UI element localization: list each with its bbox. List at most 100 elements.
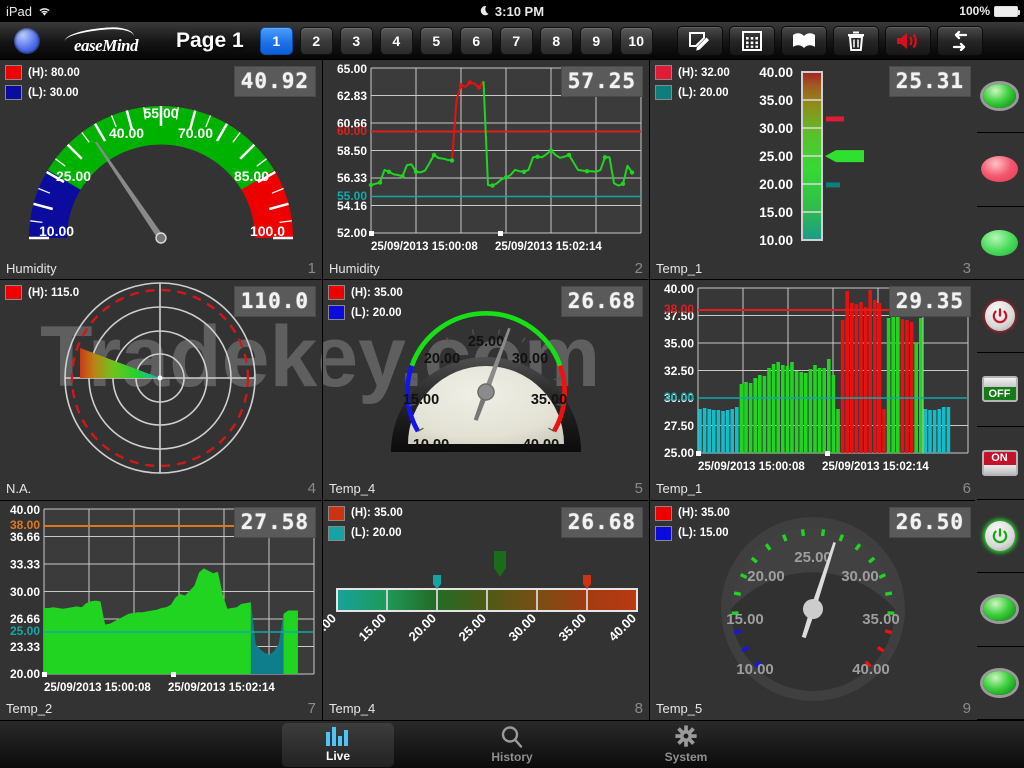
- power-red-icon: [984, 301, 1015, 332]
- trash-icon: [847, 31, 864, 51]
- svg-text:56.33: 56.33: [337, 171, 367, 185]
- svg-text:85.00: 85.00: [234, 168, 269, 184]
- rail-item-4[interactable]: [975, 279, 1024, 354]
- panel-6[interactable]: Tradekey.com 29.35 40.0037.5035.00 32.50…: [650, 280, 977, 500]
- toolbar: [676, 25, 983, 56]
- svg-text:20.00: 20.00: [759, 177, 793, 192]
- switch-on-toggle[interactable]: ON: [981, 449, 1018, 476]
- refresh-button[interactable]: [936, 25, 983, 56]
- svg-text:15.00: 15.00: [726, 611, 764, 628]
- legend-swatch-high: [5, 65, 22, 80]
- clock-label: 3:10 PM: [494, 3, 545, 19]
- panel-4-title: N.A.: [6, 481, 32, 497]
- svg-text:35.00: 35.00: [759, 93, 793, 108]
- panel-8-value: 26.68: [560, 506, 643, 538]
- panel-1-index: 1: [307, 259, 316, 277]
- rail-item-9[interactable]: [975, 646, 1024, 720]
- svg-text:70.00: 70.00: [178, 125, 213, 141]
- svg-text:10.00: 10.00: [39, 223, 74, 239]
- svg-text:10.00: 10.00: [759, 233, 793, 248]
- book-button[interactable]: [780, 25, 827, 56]
- panel-3[interactable]: (H): 32.00 (L): 20.00 25.31 40.00 35.00 …: [650, 60, 977, 280]
- rail-item-6[interactable]: ON: [975, 426, 1024, 500]
- svg-text:10.00: 10.00: [323, 610, 339, 644]
- svg-text:52.00: 52.00: [337, 226, 367, 240]
- indicator-green-flat-icon: [981, 229, 1018, 256]
- svg-text:20.00: 20.00: [424, 351, 460, 367]
- rail-item-8[interactable]: [975, 573, 1024, 647]
- edit-icon: [688, 31, 709, 51]
- panel-8-title: Temp_4: [329, 701, 376, 717]
- rail-item-1[interactable]: [975, 60, 1024, 134]
- panel-4[interactable]: Tradekey.com (H): 115.0 110.0: [0, 280, 322, 500]
- panel-5-legend: (H): 35.00 (L): 20.00: [328, 285, 403, 325]
- rail-item-3[interactable]: [975, 206, 1024, 280]
- svg-text:32.50: 32.50: [664, 364, 694, 378]
- rail-item-7[interactable]: [975, 499, 1024, 574]
- page-button-9[interactable]: 9: [579, 26, 613, 55]
- bars-icon: [326, 727, 348, 746]
- panel-7[interactable]: 27.58 40.00 36.66 33.33 30.00 26.66 23.33 2: [0, 500, 322, 720]
- page-button-7[interactable]: 7: [499, 26, 533, 55]
- panel-8[interactable]: (H): 35.00 (L): 20.00 26.68 10.00 15.00 …: [323, 500, 649, 720]
- svg-text:35.00: 35.00: [556, 610, 590, 644]
- page-button-3[interactable]: 3: [339, 26, 373, 55]
- switch-off-toggle[interactable]: OFF: [981, 376, 1018, 403]
- indicator-green-icon: [983, 597, 1016, 622]
- legend-swatch-high: [328, 285, 345, 301]
- svg-text:40.00: 40.00: [109, 125, 144, 141]
- page-button-4[interactable]: 4: [379, 26, 413, 55]
- page-button-10[interactable]: 10: [619, 26, 653, 55]
- svg-text:60.00: 60.00: [337, 124, 367, 138]
- indicator-red-icon: [981, 156, 1018, 183]
- svg-text:55.00: 55.00: [337, 189, 367, 203]
- page-button-5[interactable]: 5: [419, 26, 453, 55]
- svg-text:25/09/2013 15:00:08: 25/09/2013 15:00:08: [371, 241, 478, 253]
- svg-text:20.00: 20.00: [406, 610, 440, 644]
- search-icon: [501, 726, 523, 748]
- panel-1-legend: (H): 80.00 (L): 30.00: [5, 65, 80, 105]
- panel-7-title: Temp_2: [6, 701, 53, 717]
- legend-label-low: (L): 15.00: [678, 527, 729, 540]
- panel-3-footer: Temp_1 3: [650, 257, 977, 279]
- panel-1-footer: Humidity 1: [0, 257, 322, 279]
- delete-button[interactable]: [832, 25, 879, 56]
- toggle-cap: [983, 464, 1016, 474]
- panel-9-index: 9: [962, 700, 971, 718]
- tab-system[interactable]: System: [630, 723, 742, 767]
- svg-text:25.00: 25.00: [456, 610, 490, 644]
- sound-button[interactable]: [884, 25, 931, 56]
- panel-8-index: 8: [634, 700, 643, 718]
- svg-text:10.00: 10.00: [736, 661, 774, 678]
- page-button-2[interactable]: 2: [299, 26, 333, 55]
- panel-1-title: Humidity: [6, 260, 57, 276]
- grid-icon: [741, 30, 762, 51]
- panel-2[interactable]: 57.25 65.00 62.83 60.66 58.50 56.33 54.16 5: [323, 60, 649, 280]
- legend-swatch-low: [655, 85, 672, 100]
- logo: easeMind: [58, 25, 154, 56]
- panel-3-title: Temp_1: [656, 260, 703, 276]
- page-title: Page 1: [176, 28, 244, 52]
- legend-swatch-high: [328, 505, 345, 521]
- rail-item-5[interactable]: OFF: [975, 353, 1024, 427]
- panel-5-title: Temp_4: [329, 481, 376, 497]
- svg-text:35.00: 35.00: [862, 611, 900, 628]
- tab-history[interactable]: History: [456, 723, 568, 767]
- edit-button[interactable]: [676, 25, 723, 56]
- svg-text:15.00: 15.00: [403, 392, 439, 408]
- panel-9[interactable]: (H): 35.00 (L): 15.00 26.50 10.00 15.00 …: [650, 500, 977, 720]
- panel-1[interactable]: (H): 80.00 (L): 30.00 40.92 10.00 25.00 …: [0, 60, 322, 280]
- app-orb-button[interactable]: [14, 27, 40, 54]
- tab-history-label: History: [491, 750, 533, 764]
- page-button-6[interactable]: 6: [459, 26, 493, 55]
- tab-live[interactable]: Live: [282, 722, 394, 767]
- svg-text:25/09/2013 15:00:08: 25/09/2013 15:00:08: [698, 461, 805, 473]
- panel-6-title: Temp_1: [656, 481, 703, 497]
- page-button-1[interactable]: 1: [259, 26, 293, 55]
- panel-5[interactable]: Tradekey.com (H): 35.00 (L): 20.00 26.68: [323, 280, 649, 500]
- indicator-green-icon: [983, 670, 1016, 695]
- rail-item-2[interactable]: [975, 133, 1024, 207]
- grid-button[interactable]: [728, 25, 775, 56]
- page-button-8[interactable]: 8: [539, 26, 573, 55]
- svg-text:40.00: 40.00: [852, 661, 890, 678]
